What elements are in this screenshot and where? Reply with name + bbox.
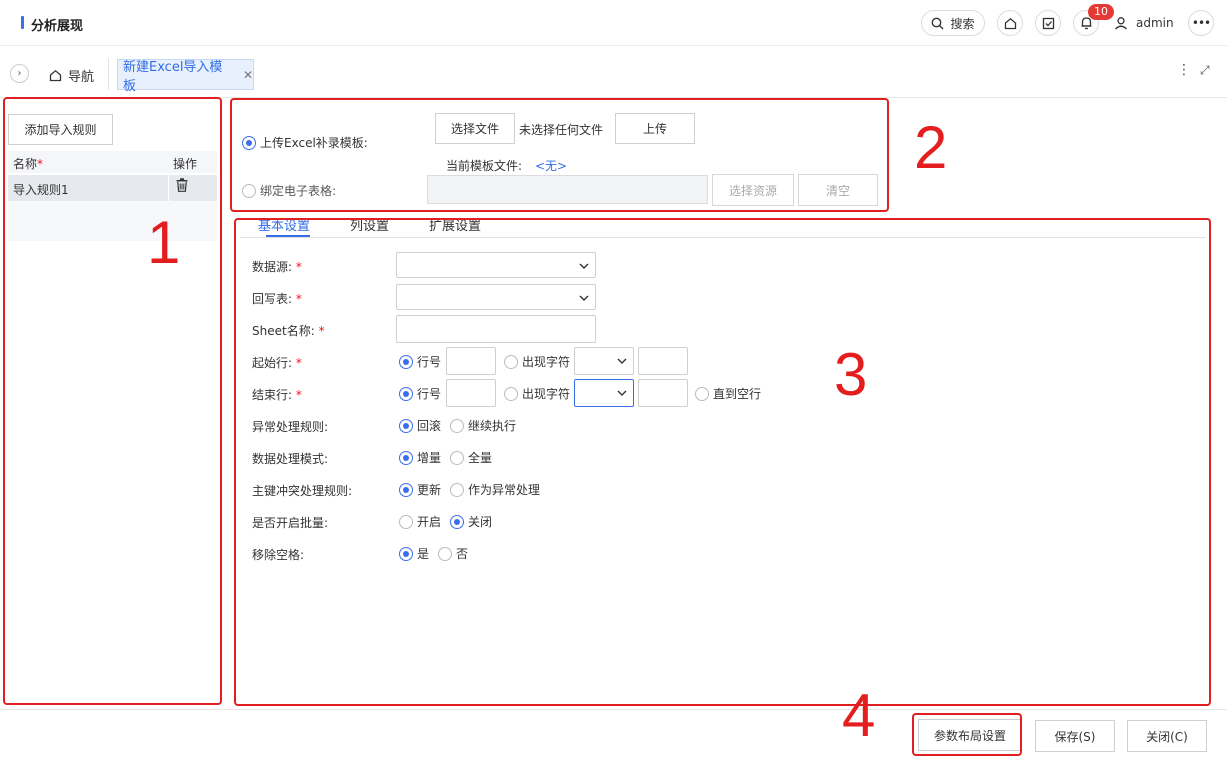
search-icon <box>932 17 944 29</box>
chevron-right-icon: › <box>17 68 22 79</box>
tab-label: 新建Excel导入模板 <box>123 59 223 94</box>
user-icon <box>1115 17 1127 30</box>
search-label: 搜索 <box>950 16 975 31</box>
app-title: 分析展现 <box>31 19 84 34</box>
save-button[interactable]: 保存(S) <box>1035 720 1115 752</box>
tab-divider <box>108 58 109 90</box>
annotation-box-4 <box>912 713 1022 756</box>
close-icon[interactable]: ✕ <box>243 68 253 82</box>
fullscreen-icon[interactable]: ⤢ <box>1200 63 1210 78</box>
annotation-box-2 <box>230 98 889 212</box>
annotation-number-4: 4 <box>842 682 876 749</box>
home-icon <box>49 69 62 82</box>
checklist-icon <box>1042 17 1054 29</box>
tasks-button[interactable] <box>1035 10 1061 36</box>
tab-new-excel-template[interactable]: 新建Excel导入模板 ✕ <box>117 59 254 94</box>
user-menu[interactable]: admin <box>1114 10 1174 36</box>
more-vertical-icon[interactable]: ⋮ <box>1177 62 1191 78</box>
more-button[interactable]: ••• <box>1188 10 1214 36</box>
username: admin <box>1136 16 1174 30</box>
tab-navigation-label: 导航 <box>68 70 95 85</box>
tab-navigation[interactable]: 导航 <box>49 66 94 85</box>
more-horizontal-icon: ••• <box>1191 16 1211 30</box>
search-button[interactable]: 搜索 <box>921 10 985 36</box>
top-header: 分析展现 搜索 10 admin ••• <box>0 0 1227 46</box>
expand-sidebar-button[interactable]: › <box>10 64 29 83</box>
home-icon <box>1004 17 1016 29</box>
notification-badge: 10 <box>1088 4 1114 20</box>
close-button[interactable]: 关闭(C) <box>1127 720 1207 752</box>
annotation-number-1: 1 <box>147 209 181 276</box>
annotation-box-1 <box>3 97 222 705</box>
brand-accent-bar <box>21 16 24 29</box>
annotation-number-3: 3 <box>834 341 868 408</box>
home-button[interactable] <box>997 10 1023 36</box>
annotation-number-2: 2 <box>914 114 948 181</box>
annotation-box-3 <box>234 218 1211 706</box>
